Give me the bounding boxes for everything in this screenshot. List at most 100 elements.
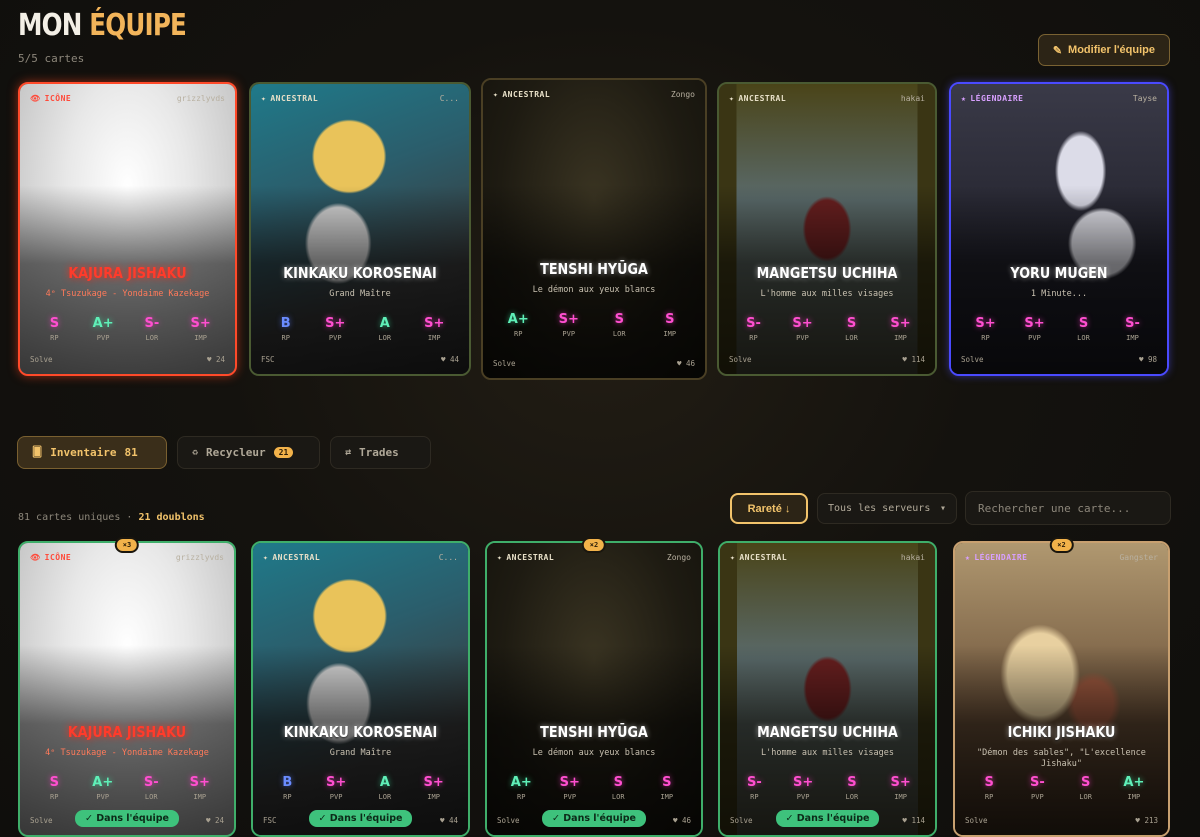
recycle-icon: ♻ — [192, 447, 199, 458]
server-select-value: Tous les serveurs — [828, 503, 931, 514]
card-name: YORU MUGEN — [1010, 264, 1108, 282]
card-author: hakai — [900, 553, 925, 562]
rarity-label: ✦ ANCESTRAL — [493, 90, 551, 99]
stat-lor: S- LOR — [143, 775, 159, 801]
duplicate-badge: ×2 — [581, 537, 607, 553]
tab-label: Trades — [359, 446, 399, 459]
duplicate-badge: ×3 — [114, 537, 140, 553]
inventory-card[interactable]: ✦ ANCESTRAL hakai MANGETSU UCHIHA L'homme… — [718, 541, 937, 837]
tab-trades[interactable]: ⇄ Trades — [330, 436, 431, 469]
rarity-label: 👁 ICÔNE — [30, 94, 72, 103]
stat-rp: B RP — [280, 316, 291, 342]
card-author: Zongo — [670, 90, 695, 99]
stat-imp: S+ IMP — [890, 775, 911, 801]
duplicates-count: 21 doublons — [138, 512, 205, 523]
edit-team-button[interactable]: ✎ Modifier l'équipe — [1037, 34, 1170, 66]
card-subtitle: 1 Minute... — [1030, 289, 1088, 299]
inventory-card[interactable]: ×2 ★ LÉGENDAIRE Gangster ICHIKI JISHAKU "… — [953, 537, 1170, 837]
card-subtitle: L'homme aux milles visages — [760, 748, 895, 758]
tab-inventaire[interactable]: 🂠 Inventaire 81 — [17, 436, 167, 469]
card-stats: S RP A+ PVP S- LOR S+ IMP — [30, 775, 224, 801]
card-likes: ♥ 114 — [902, 816, 925, 825]
card-author: Gangster — [1119, 553, 1158, 562]
edit-team-label: Modifier l'équipe — [1068, 44, 1155, 56]
star-icon: ★ — [961, 94, 967, 103]
card-stats: B RP S+ PVP A LOR S+ IMP — [263, 775, 458, 801]
card-likes: ♥ 46 — [672, 816, 691, 825]
stat-imp: S+ IMP — [190, 316, 211, 342]
tab-count-badge: 21 — [273, 447, 294, 458]
stat-pvp: S+ PVP — [559, 775, 580, 801]
card-subtitle: Le démon aux yeux blancs — [532, 285, 656, 295]
card-subtitle: 4ᵉ Tsuzukage - Yondaime Kazekage — [45, 289, 210, 299]
rarity-label: ✦ ANCESTRAL — [263, 553, 321, 562]
team-card[interactable]: ★ LÉGENDAIRE Tayse YORU MUGEN 1 Minute...… — [949, 82, 1169, 376]
card-likes: ♥ 213 — [1135, 816, 1158, 825]
card-likes: ♥ 24 — [205, 816, 224, 825]
rarity-label: ✦ ANCESTRAL — [729, 94, 787, 103]
stat-rp: S RP — [49, 316, 60, 342]
team-card[interactable]: ✦ ANCESTRAL C... KINKAKU KOROSENAI Grand … — [249, 82, 471, 376]
stat-rp: S RP — [49, 775, 59, 801]
stat-rp: B RP — [282, 775, 293, 801]
inventory-card[interactable]: ✦ ANCESTRAL C... KINKAKU KOROSENAI Grand … — [251, 541, 470, 837]
card-stats: S RP S- PVP S LOR A+ IMP — [965, 775, 1158, 801]
card-server: Solve — [30, 355, 53, 364]
star-icon: ★ — [965, 553, 971, 562]
sort-rarity-button[interactable]: Rareté ↓ — [730, 493, 808, 524]
stat-imp: S+ IMP — [424, 316, 445, 342]
card-author: Tayse — [1132, 94, 1157, 103]
card-subtitle: 4ᵉ Tsuzukage - Yondaime Kazekage — [45, 748, 209, 758]
card-server: Solve — [965, 816, 988, 825]
stat-imp: S IMP — [660, 775, 674, 801]
card-name: KINKAKU KOROSENAI — [283, 723, 438, 741]
sparkle-icon: ✦ — [263, 553, 269, 562]
team-card[interactable]: ✦ ANCESTRAL Zongo TENSHI HYŪGA Le démon a… — [481, 78, 707, 380]
stat-pvp: A+ PVP — [92, 316, 114, 342]
stat-pvp: S+ PVP — [558, 312, 579, 338]
card-stats: A+ RP S+ PVP S LOR S IMP — [497, 775, 691, 801]
stat-imp: S+ IMP — [189, 775, 210, 801]
eye-icon: 👁 — [30, 94, 41, 103]
stat-lor: S LOR — [1079, 775, 1092, 801]
duplicate-badge: ×2 — [1049, 537, 1074, 553]
stat-lor: S LOR — [612, 312, 626, 338]
search-input[interactable] — [965, 491, 1171, 525]
stat-rp: S+ RP — [975, 316, 996, 342]
stat-lor: A LOR — [378, 775, 392, 801]
card-subtitle: L'homme aux milles visages — [760, 289, 894, 299]
card-name: KINKAKU KOROSENAI — [283, 264, 437, 282]
sparkle-icon: ✦ — [261, 94, 267, 103]
card-author: C... — [439, 94, 459, 103]
card-name: MANGETSU UCHIHA — [757, 723, 898, 741]
stat-rp: A+ RP — [510, 775, 532, 801]
stat-lor: S LOR — [1077, 316, 1090, 342]
team-card[interactable]: 👁 ICÔNE grizzlyvds KAJURA JISHAKU 4ᵉ Tsuz… — [18, 82, 237, 376]
card-author: Zongo — [666, 553, 691, 562]
tab-recycleur[interactable]: ♻ Recycleur 21 — [177, 436, 320, 469]
rarity-label: 👁 ICÔNE — [30, 553, 72, 562]
card-author: C... — [438, 553, 458, 562]
stat-imp: S IMP — [663, 312, 677, 338]
stat-lor: S LOR — [845, 775, 859, 801]
team-card[interactable]: ✦ ANCESTRAL hakai MANGETSU UCHIHA L'homme… — [717, 82, 937, 376]
stat-imp: S+ IMP — [890, 316, 911, 342]
card-name: ICHIKI JISHAKU — [1007, 723, 1116, 741]
card-author: grizzlyvds — [175, 553, 224, 562]
stat-pvp: S- PVP — [1029, 775, 1045, 801]
stat-imp: A+ IMP — [1123, 775, 1145, 801]
stat-pvp: S+ PVP — [325, 316, 346, 342]
inventory-card[interactable]: ×2 ✦ ANCESTRAL Zongo TENSHI HYŪGA Le démo… — [485, 537, 703, 837]
stat-rp: A+ RP — [507, 312, 529, 338]
card-likes: ♥ 24 — [206, 355, 225, 364]
sparkle-icon: ✦ — [730, 553, 736, 562]
card-likes: ♥ 114 — [902, 355, 925, 364]
in-team-badge: ✓ Dans l'équipe — [308, 810, 413, 827]
stat-lor: S- LOR — [144, 316, 160, 342]
server-select[interactable]: Tous les serveurs ▾ — [817, 493, 957, 524]
inventory-card[interactable]: ×3 👁 ICÔNE grizzlyvds KAJURA JISHAKU 4ᵉ T… — [18, 537, 236, 837]
page-title-accent: ÉQUIPE — [89, 8, 187, 43]
card-name: KAJURA JISHAKU — [67, 723, 187, 741]
card-server: Solve — [493, 359, 516, 368]
stat-lor: S LOR — [845, 316, 858, 342]
